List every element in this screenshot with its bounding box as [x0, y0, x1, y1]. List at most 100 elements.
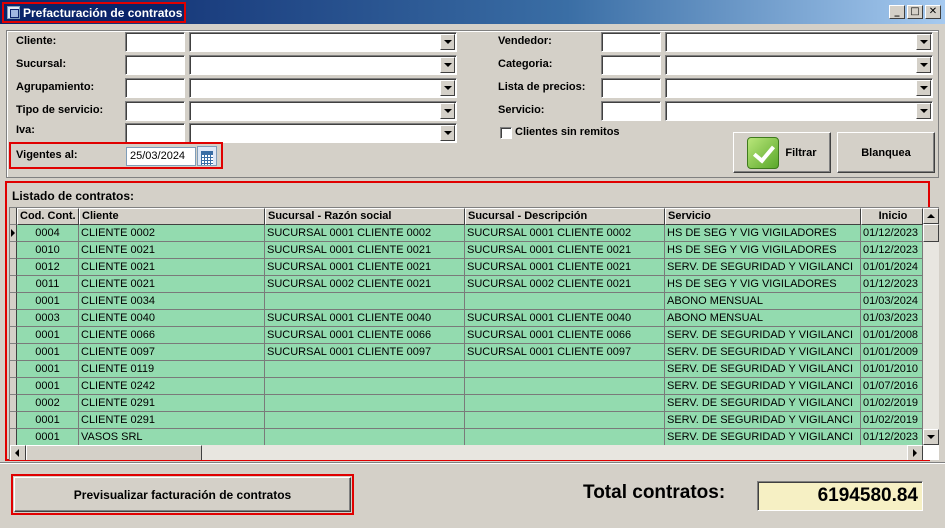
table-row[interactable]: 0004 CLIENTE 0002 SUCURSAL 0001 CLIENTE 00… [10, 225, 923, 242]
cell-servicio[interactable]: SERV. DE SEGURIDAD Y VIGILANCI [665, 361, 861, 378]
cell-cod-cont[interactable]: 0012 [17, 259, 79, 276]
lista-precios-code-input[interactable] [601, 78, 661, 98]
chevron-down-icon[interactable] [440, 103, 455, 119]
cell-cod-cont[interactable]: 0001 [17, 412, 79, 429]
chevron-down-icon[interactable] [440, 34, 455, 50]
servicio-combo[interactable] [665, 101, 933, 121]
cell-inicio[interactable]: 01/03/2024 [861, 293, 923, 310]
table-row[interactable]: 0001 CLIENTE 0291 SERV. DE SEGURIDAD Y VIG… [10, 412, 923, 429]
chevron-down-icon[interactable] [440, 57, 455, 73]
sucursal-combo[interactable] [189, 55, 457, 75]
scroll-down-icon[interactable] [923, 429, 939, 445]
cell-inicio[interactable]: 01/12/2023 [861, 429, 923, 446]
cell-cod-cont[interactable]: 0001 [17, 429, 79, 446]
cell-sucursal-razon[interactable]: SUCURSAL 0001 CLIENTE 0021 [265, 242, 465, 259]
cell-cod-cont[interactable]: 0010 [17, 242, 79, 259]
filtrar-button[interactable]: Filtrar [733, 132, 831, 173]
cell-inicio[interactable]: 01/01/2008 [861, 327, 923, 344]
table-row[interactable]: 0001 VASOS SRL SERV. DE SEGURIDAD Y VIGILA… [10, 429, 923, 446]
cell-inicio[interactable]: 01/01/2010 [861, 361, 923, 378]
cell-cod-cont[interactable]: 0002 [17, 395, 79, 412]
cell-sucursal-razon[interactable] [265, 395, 465, 412]
maximize-button[interactable]: □ [907, 5, 923, 19]
cell-sucursal-razon[interactable]: SUCURSAL 0001 CLIENTE 0066 [265, 327, 465, 344]
contracts-grid[interactable]: Cod. Cont. Cliente Sucursal - Razón soci… [9, 207, 939, 460]
table-row[interactable]: 0001 CLIENTE 0119 SERV. DE SEGURIDAD Y VIG… [10, 361, 923, 378]
cell-cliente[interactable]: VASOS SRL [79, 429, 265, 446]
chevron-down-icon[interactable] [916, 80, 931, 96]
chevron-down-icon[interactable] [916, 103, 931, 119]
cell-servicio[interactable]: SERV. DE SEGURIDAD Y VIGILANCI [665, 327, 861, 344]
cell-cod-cont[interactable]: 0001 [17, 361, 79, 378]
cell-cod-cont[interactable]: 0004 [17, 225, 79, 242]
cell-cliente[interactable]: CLIENTE 0066 [79, 327, 265, 344]
cell-sucursal-descripcion[interactable] [465, 378, 665, 395]
cell-sucursal-descripcion[interactable]: SUCURSAL 0001 CLIENTE 0066 [465, 327, 665, 344]
sucursal-code-input[interactable] [125, 55, 185, 75]
column-header-sucursal-razon[interactable]: Sucursal - Razón social [265, 208, 465, 225]
chevron-down-icon[interactable] [440, 125, 455, 141]
cell-cliente[interactable]: CLIENTE 0291 [79, 395, 265, 412]
cell-inicio[interactable]: 01/01/2024 [861, 259, 923, 276]
table-row[interactable]: 0010 CLIENTE 0021 SUCURSAL 0001 CLIENTE 00… [10, 242, 923, 259]
cell-sucursal-razon[interactable]: SUCURSAL 0001 CLIENTE 0002 [265, 225, 465, 242]
agrupamiento-combo[interactable] [189, 78, 457, 98]
cell-sucursal-razon[interactable] [265, 429, 465, 446]
cell-sucursal-descripcion[interactable]: SUCURSAL 0001 CLIENTE 0097 [465, 344, 665, 361]
row-indicator[interactable] [10, 276, 17, 293]
scroll-right-icon[interactable] [907, 445, 923, 460]
vertical-scroll-thumb[interactable] [923, 224, 939, 242]
tipo-servicio-code-input[interactable] [125, 101, 185, 121]
scroll-up-icon[interactable] [923, 208, 939, 224]
table-row[interactable]: 0003 CLIENTE 0040 SUCURSAL 0001 CLIENTE 00… [10, 310, 923, 327]
cell-cliente[interactable]: CLIENTE 0291 [79, 412, 265, 429]
cell-inicio[interactable]: 01/01/2009 [861, 344, 923, 361]
cell-servicio[interactable]: ABONO MENSUAL [665, 310, 861, 327]
cell-sucursal-razon[interactable] [265, 293, 465, 310]
cell-cliente[interactable]: CLIENTE 0040 [79, 310, 265, 327]
row-indicator[interactable] [10, 429, 17, 446]
cell-cliente[interactable]: CLIENTE 0242 [79, 378, 265, 395]
calendar-icon[interactable] [197, 146, 217, 166]
row-indicator[interactable] [10, 378, 17, 395]
categoria-combo[interactable] [665, 55, 933, 75]
cell-sucursal-descripcion[interactable]: SUCURSAL 0001 CLIENTE 0021 [465, 259, 665, 276]
row-indicator[interactable] [10, 361, 17, 378]
cliente-code-input[interactable] [125, 32, 185, 52]
cell-cliente[interactable]: CLIENTE 0021 [79, 242, 265, 259]
cell-sucursal-descripcion[interactable] [465, 293, 665, 310]
chevron-down-icon[interactable] [916, 57, 931, 73]
categoria-code-input[interactable] [601, 55, 661, 75]
column-header-servicio[interactable]: Servicio [665, 208, 861, 225]
table-row[interactable]: 0002 CLIENTE 0291 SERV. DE SEGURIDAD Y VIG… [10, 395, 923, 412]
cell-cod-cont[interactable]: 0003 [17, 310, 79, 327]
vertical-scrollbar[interactable] [923, 208, 939, 445]
horizontal-scrollbar[interactable] [10, 445, 923, 460]
cell-sucursal-descripcion[interactable] [465, 395, 665, 412]
cell-servicio[interactable]: HS DE SEG Y VIG VIGILADORES [665, 225, 861, 242]
iva-combo[interactable] [189, 123, 457, 143]
chevron-down-icon[interactable] [916, 34, 931, 50]
tipo-servicio-combo[interactable] [189, 101, 457, 121]
cell-cliente[interactable]: CLIENTE 0021 [79, 276, 265, 293]
column-header-cod-cont[interactable]: Cod. Cont. [17, 208, 79, 225]
cell-sucursal-descripcion[interactable]: SUCURSAL 0001 CLIENTE 0040 [465, 310, 665, 327]
cell-servicio[interactable]: SERV. DE SEGURIDAD Y VIGILANCI [665, 395, 861, 412]
cell-inicio[interactable]: 01/02/2019 [861, 412, 923, 429]
cell-sucursal-descripcion[interactable] [465, 429, 665, 446]
scroll-left-icon[interactable] [10, 445, 26, 460]
column-header-cliente[interactable]: Cliente [79, 208, 265, 225]
cell-cod-cont[interactable]: 0001 [17, 327, 79, 344]
cell-inicio[interactable]: 01/12/2023 [861, 276, 923, 293]
row-indicator[interactable] [10, 259, 17, 276]
row-indicator[interactable] [10, 310, 17, 327]
row-indicator[interactable] [10, 327, 17, 344]
table-row[interactable]: 0001 CLIENTE 0097 SUCURSAL 0001 CLIENTE 00… [10, 344, 923, 361]
row-indicator[interactable] [10, 293, 17, 310]
chevron-down-icon[interactable] [440, 80, 455, 96]
cell-inicio[interactable]: 01/12/2023 [861, 242, 923, 259]
cell-sucursal-descripcion[interactable]: SUCURSAL 0001 CLIENTE 0021 [465, 242, 665, 259]
table-row[interactable]: 0001 CLIENTE 0034 ABONO MENSUAL 01/03/2024 [10, 293, 923, 310]
previsualizar-button[interactable]: Previsualizar facturación de contratos [14, 477, 351, 512]
agrupamiento-code-input[interactable] [125, 78, 185, 98]
